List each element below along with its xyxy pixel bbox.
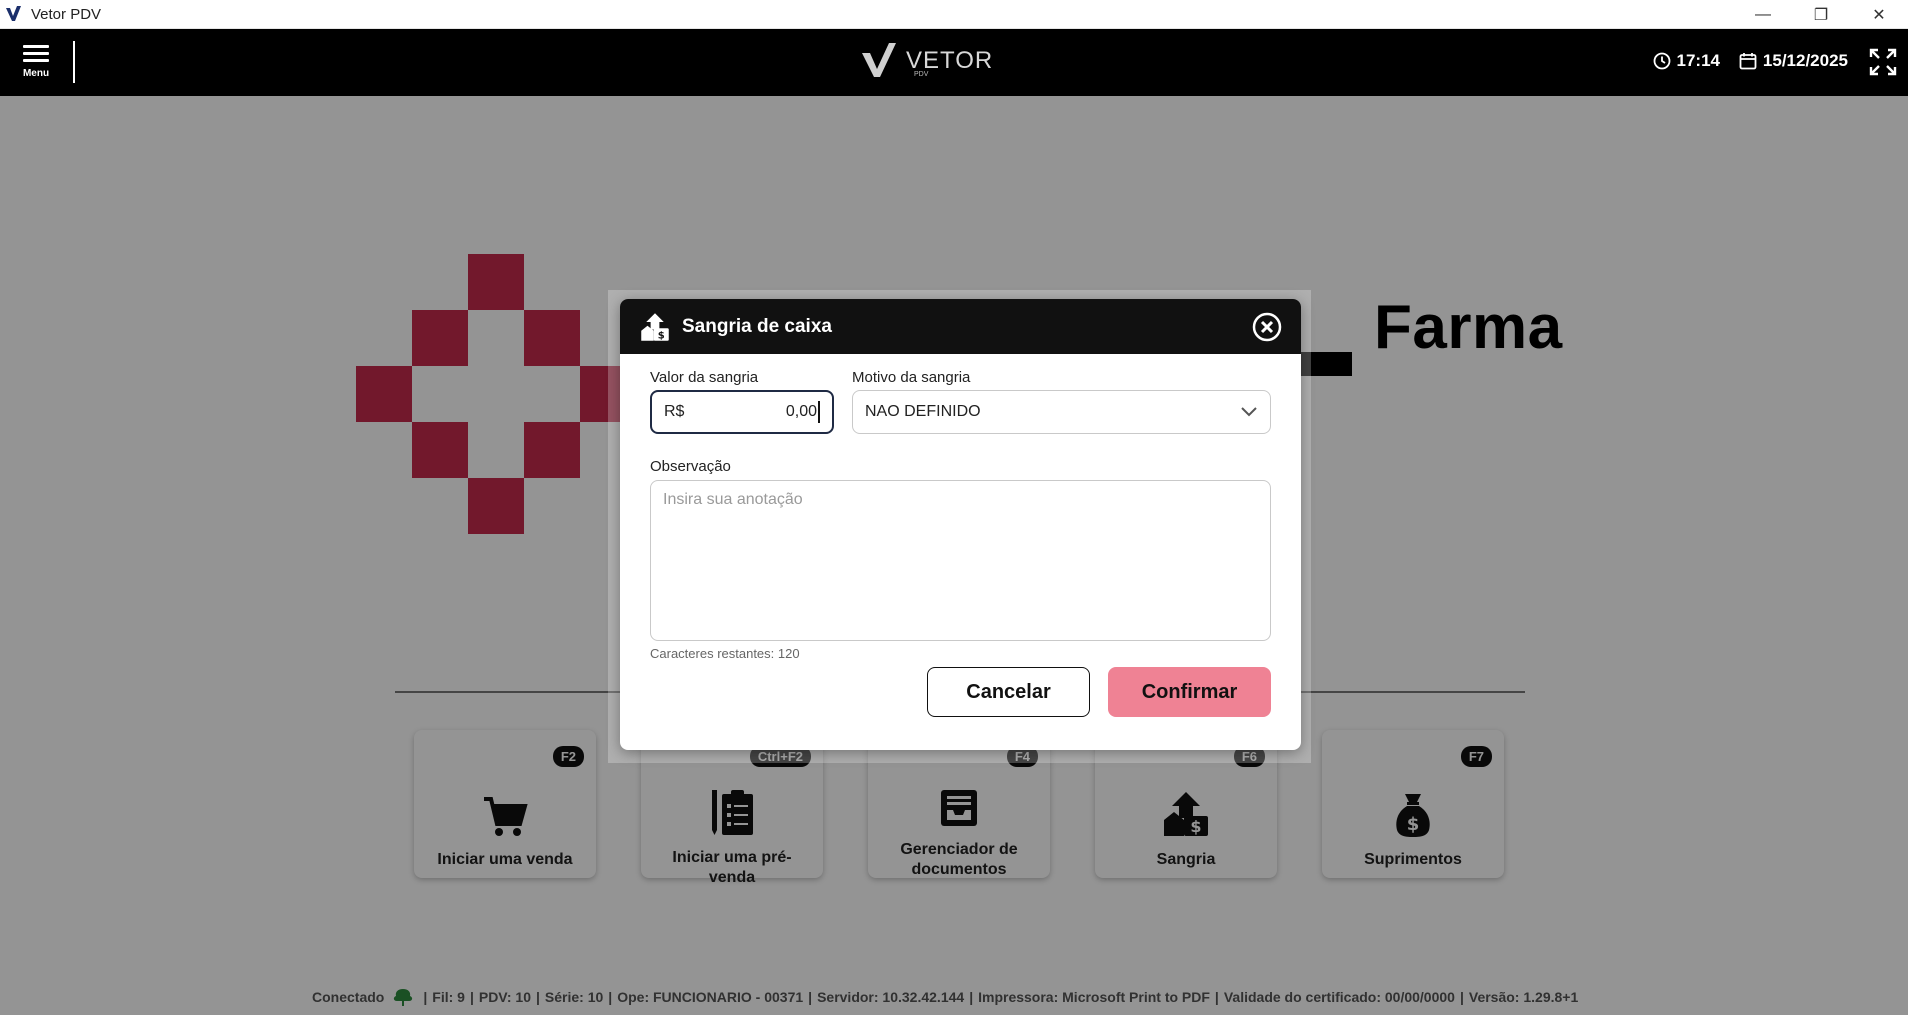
close-window-button[interactable]: ✕ xyxy=(1850,0,1908,29)
fullscreen-icon[interactable] xyxy=(1868,47,1898,77)
vetor-logo-icon xyxy=(4,3,26,25)
calendar-icon xyxy=(1739,53,1757,70)
menu-button[interactable]: Menu xyxy=(18,45,54,85)
obs-textarea[interactable]: Insira sua anotação xyxy=(650,480,1271,641)
text-caret xyxy=(818,401,820,423)
valor-label: Valor da sangria xyxy=(650,369,759,386)
vetor-check-icon xyxy=(862,43,896,77)
sangria-dialog: $ Sangria de caixa Valor da sangria R$ 0… xyxy=(620,299,1301,750)
restore-button[interactable]: ❐ xyxy=(1792,0,1850,29)
dialog-header: $ Sangria de caixa xyxy=(620,299,1301,354)
clock: 17:14 xyxy=(1653,51,1720,71)
motivo-select[interactable]: NAO DEFINIDO xyxy=(852,390,1271,434)
window-titlebar: Vetor PDV — ❐ ✕ xyxy=(0,0,1908,29)
currency-symbol: R$ xyxy=(664,403,685,420)
brand-subtitle: PDV xyxy=(914,71,929,78)
obs-placeholder: Insira sua anotação xyxy=(663,491,803,508)
app-header: Menu VETOR PDV 17:14 15/12/2025 xyxy=(0,29,1908,96)
menu-label: Menu xyxy=(22,68,50,79)
chevron-down-icon xyxy=(1241,407,1257,417)
clock-icon xyxy=(1653,52,1670,70)
motivo-value: NAO DEFINIDO xyxy=(865,403,981,420)
cancel-button[interactable]: Cancelar xyxy=(927,667,1090,717)
minimize-button[interactable]: — xyxy=(1734,0,1792,29)
motivo-label: Motivo da sangria xyxy=(852,369,971,386)
hamburger-icon xyxy=(23,45,49,66)
date-text: 15/12/2025 xyxy=(1762,51,1848,70)
confirm-button[interactable]: Confirmar xyxy=(1108,667,1271,717)
valor-value: 0,00 xyxy=(785,403,817,420)
brand-name: VETOR xyxy=(906,47,994,74)
header-divider xyxy=(73,41,75,83)
close-icon[interactable] xyxy=(1251,311,1283,343)
svg-text:$: $ xyxy=(658,330,665,341)
dialog-title: Sangria de caixa xyxy=(682,315,832,337)
valor-input[interactable]: R$ 0,00 xyxy=(650,390,834,434)
char-counter: Caracteres restantes: 120 xyxy=(650,646,800,661)
brand-logo: VETOR PDV xyxy=(860,43,993,79)
obs-label: Observação xyxy=(650,458,731,475)
clock-time: 17:14 xyxy=(1676,51,1720,70)
date: 15/12/2025 xyxy=(1739,51,1848,71)
window-controls: — ❐ ✕ xyxy=(1734,0,1908,29)
window-title: Vetor PDV xyxy=(31,5,102,23)
cash-withdrawal-icon: $ xyxy=(641,312,669,341)
